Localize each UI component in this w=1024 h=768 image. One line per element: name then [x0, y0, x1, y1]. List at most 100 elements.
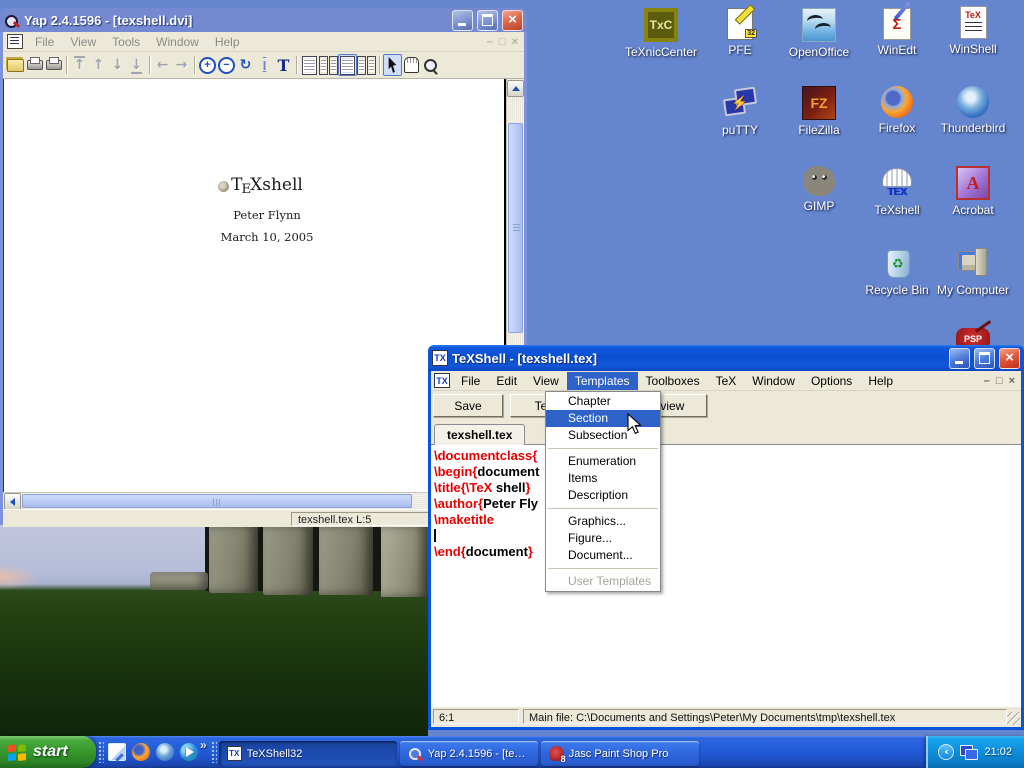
pg2-tool-icon[interactable] [319, 54, 338, 76]
pgc2-tool-icon[interactable] [357, 54, 376, 76]
desktop-icon-texshell[interactable]: TEXTeXshell [860, 166, 934, 217]
yap-menu-tools[interactable]: Tools [104, 33, 148, 51]
scroll-up-button[interactable] [507, 80, 524, 97]
desktop-icon-winedt[interactable]: ΣWinEdt [860, 8, 934, 57]
start-button[interactable]: start [0, 736, 96, 768]
hide-tray-icons-chevron[interactable] [938, 744, 954, 760]
texshell-menu-options[interactable]: Options [803, 372, 860, 390]
hand-tool-icon[interactable] [402, 54, 421, 76]
quicklaunch-overflow-chevron[interactable]: » [200, 738, 207, 752]
back-tool-icon[interactable] [153, 54, 172, 76]
desktop-icon-thunderbird[interactable]: Thunderbird [936, 86, 1010, 135]
desktop-icon-label: TeXshell [860, 203, 934, 217]
desktop-icon-putty[interactable]: ⚡puTTY [703, 86, 777, 137]
desktop-icon-label: OpenOffice [782, 45, 856, 59]
cursor-position-panel: 6:1 [433, 709, 519, 724]
texshell-close-button[interactable] [999, 348, 1020, 369]
scroll-left-button[interactable] [4, 493, 21, 510]
desktop-icon-label: WinShell [936, 42, 1010, 56]
resize-grip[interactable] [1007, 712, 1020, 725]
desktop-icon-openoffice[interactable]: OpenOffice [782, 8, 856, 59]
yap-menu-help[interactable]: Help [207, 33, 248, 51]
desktop-icon-firefox[interactable]: Firefox [860, 86, 934, 135]
editor-line: \documentclass{ [434, 448, 1021, 464]
up-tool-icon[interactable] [89, 54, 108, 76]
desktop-icon-gimp[interactable]: GIMP [782, 166, 856, 213]
texshell-menu-edit[interactable]: Edit [488, 372, 525, 390]
texshell-tabbar: texshell.tex [431, 421, 1021, 445]
taskbar-button-jasc-paint-shop-pro[interactable]: 8Jasc Paint Shop Pro [541, 741, 699, 766]
network-tray-icon[interactable] [960, 745, 978, 760]
yap-close-button[interactable] [502, 10, 523, 31]
down-tool-icon[interactable] [108, 54, 127, 76]
pointer-tool-icon[interactable] [383, 54, 402, 76]
yap-maximize-button[interactable] [477, 10, 498, 31]
bigT-tool-icon[interactable] [274, 54, 293, 76]
taskbar-button-yap-2-4-1596-texs-[interactable]: Yap 2.4.1596 - [texs... [400, 741, 538, 766]
menu-item-graphics-[interactable]: Graphics... [546, 513, 660, 530]
menu-item-enumeration[interactable]: Enumeration [546, 453, 660, 470]
yap-menu-file[interactable]: File [27, 33, 62, 51]
mag-tool-icon[interactable] [421, 54, 440, 76]
save-button[interactable]: Save [433, 394, 503, 417]
quicklaunch-firefox-icon[interactable] [132, 743, 150, 761]
yap-menu-window[interactable]: Window [148, 33, 207, 51]
desktop-icon-texniccenter[interactable]: TxCTeXnicCenter [624, 8, 698, 59]
menu-item-document-[interactable]: Document... [546, 547, 660, 564]
quicklaunch-desktop-icon[interactable] [108, 743, 126, 761]
recyclebin-icon [880, 246, 914, 280]
menu-item-chapter[interactable]: Chapter [546, 393, 660, 410]
yap-menu-view[interactable]: View [62, 33, 104, 51]
taskbar-button-label: Yap 2.4.1596 - [texs... [428, 748, 530, 760]
pgc1-tool-icon[interactable] [338, 54, 357, 76]
texshell-maximize-button[interactable] [974, 348, 995, 369]
texshell-menu-view[interactable]: View [525, 372, 567, 390]
vertical-scroll-thumb[interactable] [508, 123, 523, 333]
texshell-menu-templates[interactable]: Templates [567, 372, 638, 390]
mdi-close-icon[interactable] [1009, 375, 1015, 387]
texshell-menu-toolboxes[interactable]: Toolboxes [638, 372, 708, 390]
texshell-menu-tex[interactable]: TeX [708, 372, 745, 390]
print-tool-icon[interactable] [44, 54, 63, 76]
texshell-menu-help[interactable]: Help [860, 372, 901, 390]
texshell-editor[interactable]: \documentclass{\begin{document\title{\Te… [431, 445, 1021, 706]
zout-tool-icon[interactable] [217, 54, 236, 76]
menu-separator [548, 508, 658, 509]
texshell-menu-file[interactable]: File [453, 372, 488, 390]
yap-titlebar[interactable]: Yap 2.4.1596 - [texshell.dvi] [0, 8, 527, 32]
texshell-minimize-button[interactable] [949, 348, 970, 369]
tab-texshell-tex[interactable]: texshell.tex [434, 424, 525, 445]
desktop-icon-filezilla[interactable]: FZFileZilla [782, 86, 856, 137]
zin-tool-icon[interactable] [198, 54, 217, 76]
desktop-icon-recycle-bin[interactable]: Recycle Bin [860, 246, 934, 297]
horizontal-scroll-thumb[interactable] [22, 494, 412, 508]
windows-flag-icon [8, 742, 28, 762]
menu-item-figure-[interactable]: Figure... [546, 530, 660, 547]
desktop-icon-label: Thunderbird [936, 121, 1010, 135]
desktop-icon-winshell[interactable]: TeXWinShell [936, 6, 1010, 56]
print-tool-icon[interactable] [25, 54, 44, 76]
quicklaunch-mediaplayer-icon[interactable] [180, 743, 198, 761]
desktop-icon-pfe[interactable]: 32PFE [703, 8, 777, 57]
mdi-minimize-icon [487, 36, 493, 48]
quicklaunch-thunderbird-icon[interactable] [156, 743, 174, 761]
first-tool-icon[interactable] [70, 54, 89, 76]
mdi-minimize-icon[interactable] [984, 375, 990, 387]
open-tool-icon[interactable] [6, 54, 25, 76]
fwd-tool-icon[interactable] [172, 54, 191, 76]
last-tool-icon[interactable] [127, 54, 146, 76]
taskband-grip[interactable] [211, 741, 217, 763]
texshell-titlebar[interactable]: TX TeXShell - [texshell.tex] [428, 345, 1024, 371]
pg1-tool-icon[interactable] [300, 54, 319, 76]
menu-item-description[interactable]: Description [546, 487, 660, 504]
texshell-menu-window[interactable]: Window [744, 372, 803, 390]
ibeam-tool-icon[interactable] [255, 54, 274, 76]
yap-minimize-button[interactable] [452, 10, 473, 31]
refresh-tool-icon[interactable] [236, 54, 255, 76]
desktop-icon-my-computer[interactable]: My Computer [936, 246, 1010, 297]
desktop-icon-acrobat[interactable]: AAcrobat [936, 166, 1010, 217]
mdi-restore-icon[interactable] [996, 375, 1003, 387]
quicklaunch-grip[interactable] [98, 741, 104, 763]
taskbar-button-texshell32[interactable]: TXTeXShell32 [219, 741, 397, 766]
menu-item-items[interactable]: Items [546, 470, 660, 487]
